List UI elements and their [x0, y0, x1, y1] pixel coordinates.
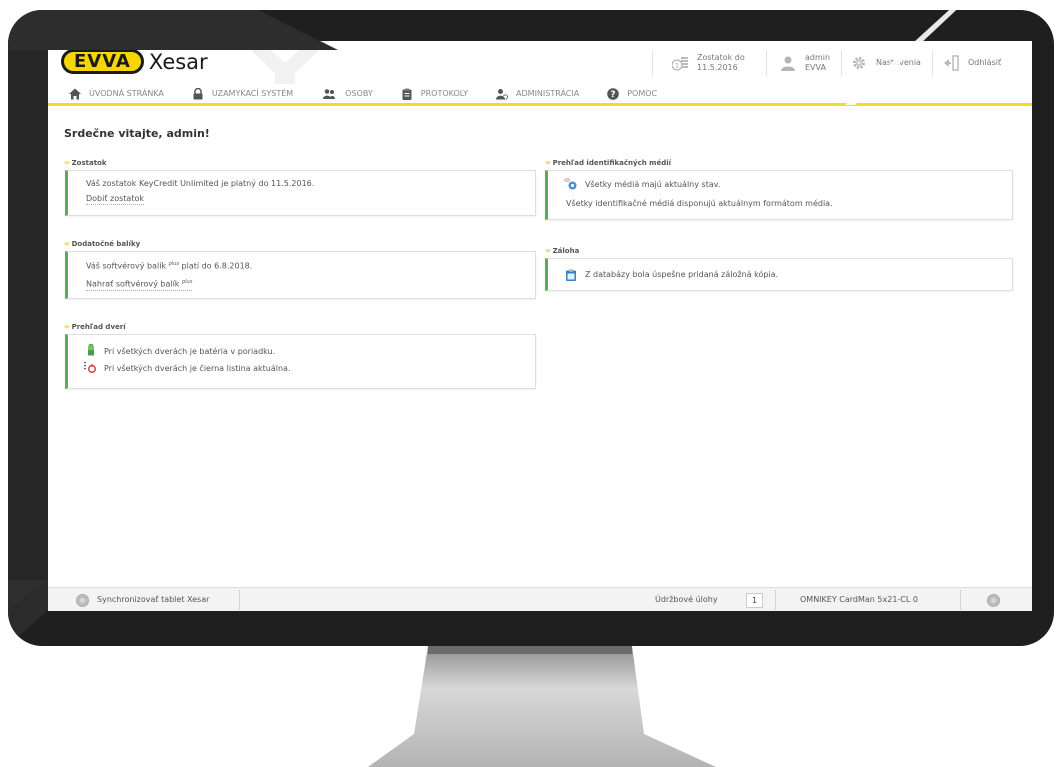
monitor-stand	[0, 646, 1059, 767]
nav-item-locking-system[interactable]: UZAMYKACÍ SYSTÉM	[192, 84, 293, 103]
section-title-text: Prehľad identifikačných médií	[552, 158, 672, 167]
upload-package-link[interactable]: Nahrať softvérový balík plus	[86, 277, 193, 291]
nav-label: PROTOKOLY	[420, 89, 469, 98]
backup-panel: Z databázy bola úspešne pridaná záložná …	[545, 258, 1013, 291]
package-text-end: platí do 6.8.2018.	[181, 261, 253, 271]
battery-status-text: Pri všetkých dverách je batéria v poriad…	[104, 347, 276, 356]
section-title-text: Dodatočné balíky	[71, 239, 141, 248]
upload-package-plus-sup: plus	[181, 279, 193, 285]
sync-status-icon[interactable]	[76, 594, 89, 607]
nav-item-persons[interactable]: OSOBY	[321, 84, 373, 103]
section-title-text: Zostatok	[71, 158, 107, 167]
product-name: Xesar	[148, 49, 208, 74]
evva-xesar-logo[interactable]: EVVA Xesar	[61, 49, 208, 74]
packages-panel: Váš softvérový balík plus platí do 6.8.2…	[65, 251, 536, 299]
balance-label: Zostatok do	[697, 53, 745, 62]
backup-clipboard-icon	[566, 269, 576, 281]
svg-text:?: ?	[611, 90, 616, 100]
media-status-text: Všetky médiá majú aktuálny stav.	[585, 180, 721, 189]
section-title-media: ›› Prehľad identifikačných médií	[545, 158, 671, 167]
maintenance-tasks-count[interactable]: 1	[746, 593, 763, 608]
balance-panel: Váš zostatok KeyCredit Unlimited je plat…	[65, 170, 536, 216]
section-title-text: Prehľad dverí	[71, 322, 126, 331]
package-text-start: Váš softvérový balík	[86, 261, 167, 271]
nav-item-home[interactable]: ÚVODNÁ STRÁNKA	[69, 84, 164, 103]
card-reader-name: OMNIKEY CardMan 5x21-CL 0	[800, 595, 918, 604]
section-title-packages: ›› Dodatočné balíky	[64, 239, 140, 248]
backup-status-text: Z databázy bola úspešne pridaná záložná …	[585, 270, 779, 279]
blacklist-icon	[84, 362, 96, 373]
watermark-x-shape	[241, 41, 329, 84]
top-up-balance-link[interactable]: Dobiť zostatok	[86, 194, 144, 205]
user-icon	[781, 56, 795, 71]
doors-panel: Pri všetkých dverách je batéria v poriad…	[65, 334, 536, 389]
dashboard-content: Srdečne vitajte, admin! ›› Zostatok Váš …	[48, 109, 1032, 585]
section-title-backup: ›› Záloha	[545, 246, 579, 255]
media-status-icon	[563, 178, 577, 190]
chevron-right-icon: ››	[545, 158, 551, 167]
maintenance-tasks-label[interactable]: Údržbové úlohy	[655, 595, 718, 604]
reader-status-icon[interactable]	[987, 594, 1000, 607]
nav-item-protocols[interactable]: PROTOKOLY	[401, 84, 468, 103]
status-bar: Synchronizovať tablet Xesar Údržbové úlo…	[48, 587, 1032, 611]
upload-package-link-text: Nahrať softvérový balík	[86, 279, 180, 289]
clipboard-icon	[402, 88, 412, 100]
screen-glare	[845, 0, 967, 105]
coins-icon: 1	[672, 57, 688, 71]
nav-item-administration[interactable]: ADMINISTRÁCIA	[496, 84, 579, 103]
chevron-right-icon: ››	[64, 322, 70, 331]
lock-icon	[193, 87, 203, 99]
svg-text:1: 1	[675, 63, 679, 70]
media-panel: Všetky médiá majú aktuálny stav. Všetky …	[545, 170, 1013, 220]
battery-icon	[88, 344, 94, 356]
status-separator	[239, 590, 240, 610]
nav-label: ÚVODNÁ STRÁNKA	[89, 89, 164, 98]
page-title: Srdečne vitajte, admin!	[64, 127, 210, 140]
balance-date: 11.5.2016	[697, 63, 738, 72]
home-icon	[69, 88, 81, 99]
nav-label: ADMINISTRÁCIA	[516, 89, 580, 98]
nav-label: OSOBY	[345, 89, 373, 98]
section-title-balance: ›› Zostatok	[64, 158, 107, 167]
package-plus-sup: plus	[168, 261, 179, 267]
nav-item-help[interactable]: ? POMOC	[607, 84, 657, 103]
evva-logo: EVVA	[61, 49, 144, 74]
help-icon: ?	[607, 87, 620, 100]
persons-icon	[323, 88, 336, 99]
media-format-text: Všetky identifikačné médiá disponujú akt…	[566, 199, 833, 208]
status-separator	[775, 590, 776, 610]
balance-text: Váš zostatok KeyCredit Unlimited je plat…	[86, 179, 315, 188]
nav-label: UZAMYKACÍ SYSTÉM	[211, 89, 294, 98]
chevron-right-icon: ››	[545, 246, 551, 255]
logout-label: Odhlásiť	[968, 58, 1002, 67]
status-separator	[960, 590, 961, 610]
header-separator	[766, 50, 767, 76]
section-title-doors: ›› Prehľad dverí	[64, 322, 126, 331]
package-text: Váš softvérový balík plus platí do 6.8.2…	[86, 261, 252, 271]
header-separator	[652, 50, 653, 76]
admin-icon	[496, 88, 509, 100]
chevron-right-icon: ››	[64, 239, 70, 248]
sync-tablet-button[interactable]: Synchronizovať tablet Xesar	[97, 595, 209, 604]
blacklist-status-text: Pri všetkých dverách je čierna listina a…	[104, 364, 291, 373]
chevron-right-icon: ››	[64, 158, 70, 167]
screen: EVVA Xesar 1 Zostatok do 11.5.2016 admin…	[48, 41, 1032, 611]
section-title-text: Záloha	[552, 246, 580, 255]
nav-label: POMOC	[627, 89, 658, 98]
balance-indicator[interactable]: 1 Zostatok do 11.5.2016	[672, 49, 745, 77]
